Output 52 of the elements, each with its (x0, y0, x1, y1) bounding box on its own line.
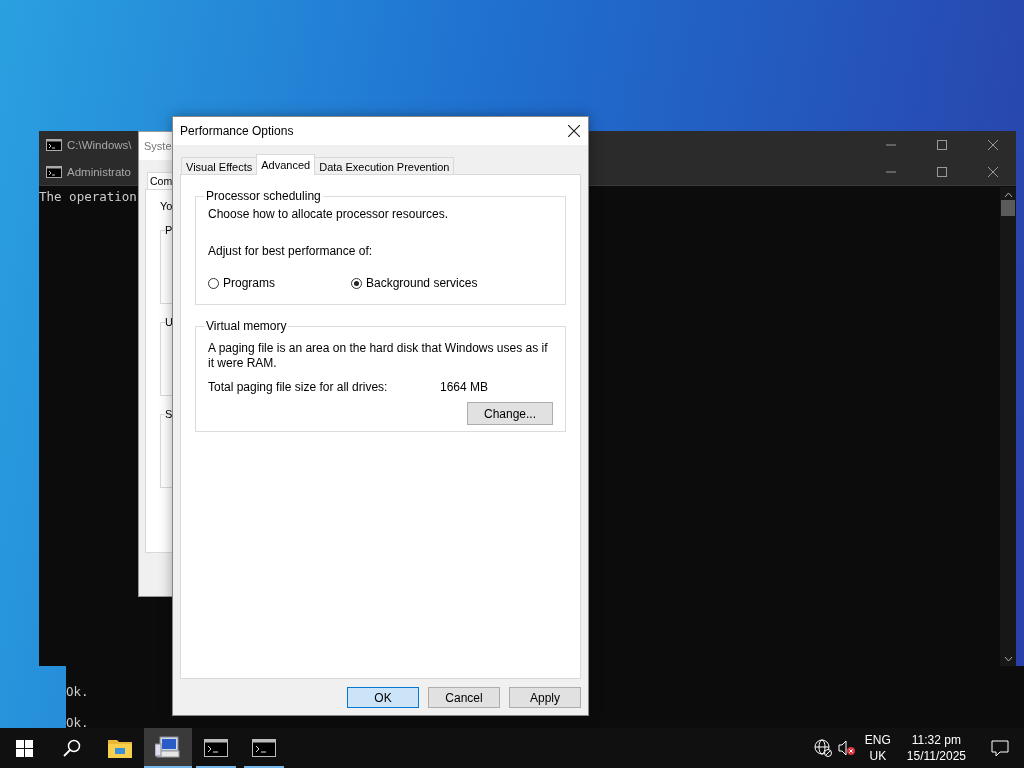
console-icon (46, 165, 62, 178)
description-text: Choose how to allocate processor resources. (208, 207, 449, 221)
console-icon (252, 739, 276, 757)
console-icon (46, 138, 62, 151)
radio-label[interactable]: Programs (223, 276, 275, 290)
dialog-button[interactable]: Cancel (428, 687, 500, 708)
maximize-icon (937, 139, 947, 150)
console-line: Ok. (66, 715, 89, 728)
radio-button[interactable] (351, 277, 362, 289)
dialog-button[interactable]: OK (347, 687, 419, 708)
close-icon (988, 166, 998, 177)
total-label: Total paging file size for all drives: (208, 380, 388, 394)
search-icon (63, 739, 81, 757)
description-text: A paging file is an area on the hard disk that Windows uses as if it were RAM. (208, 341, 548, 370)
folder-icon (108, 738, 132, 758)
window-title: Administrato (67, 165, 131, 178)
console-line: Ok. (66, 684, 89, 699)
scroll-up-icon[interactable] (1003, 192, 1013, 198)
close-icon (988, 139, 998, 150)
console-icon (204, 739, 228, 757)
prompt-text: Adjust for best performance of: (208, 244, 373, 258)
tab[interactable]: Data Execution Prevention (314, 157, 455, 175)
maximize-icon (937, 166, 947, 177)
radio-label[interactable]: Background services (366, 276, 478, 290)
group-label: Virtual memory (205, 319, 288, 333)
tab[interactable]: Visual Effects (181, 157, 258, 175)
tab[interactable]: Advanced (256, 154, 316, 175)
group-label: S (165, 408, 173, 420)
window-title: C:\Windows\ (67, 138, 132, 151)
scrollbar[interactable] (1000, 187, 1016, 666)
computer-icon (155, 736, 181, 760)
console-line: The operation (39, 189, 137, 204)
windows-logo-icon (15, 739, 33, 757)
clock[interactable]: 11:32 pm 15/11/2025 (896, 732, 976, 764)
muted-speaker-icon[interactable] (837, 740, 856, 756)
dialog-button[interactable]: Apply (509, 687, 581, 708)
group-label: P (165, 224, 173, 236)
scroll-down-icon[interactable] (1003, 656, 1013, 662)
dialog-title: Performance Options (180, 124, 294, 138)
group-label: Processor scheduling (205, 189, 322, 203)
radio-button[interactable] (208, 277, 219, 289)
change-button[interactable]: Change... (467, 402, 553, 425)
taskbar-app-button[interactable] (144, 728, 192, 768)
scroll-thumb[interactable] (1001, 200, 1015, 216)
description-text: Yo (160, 200, 173, 212)
language-indicator[interactable]: ENG UK (858, 732, 897, 764)
total-value: 1664 MB (440, 380, 489, 394)
close-icon (568, 125, 580, 137)
notification-icon[interactable] (991, 739, 1009, 757)
window-title: Syste (144, 140, 172, 152)
group-label: U (165, 316, 173, 328)
network-icon[interactable] (813, 739, 832, 757)
